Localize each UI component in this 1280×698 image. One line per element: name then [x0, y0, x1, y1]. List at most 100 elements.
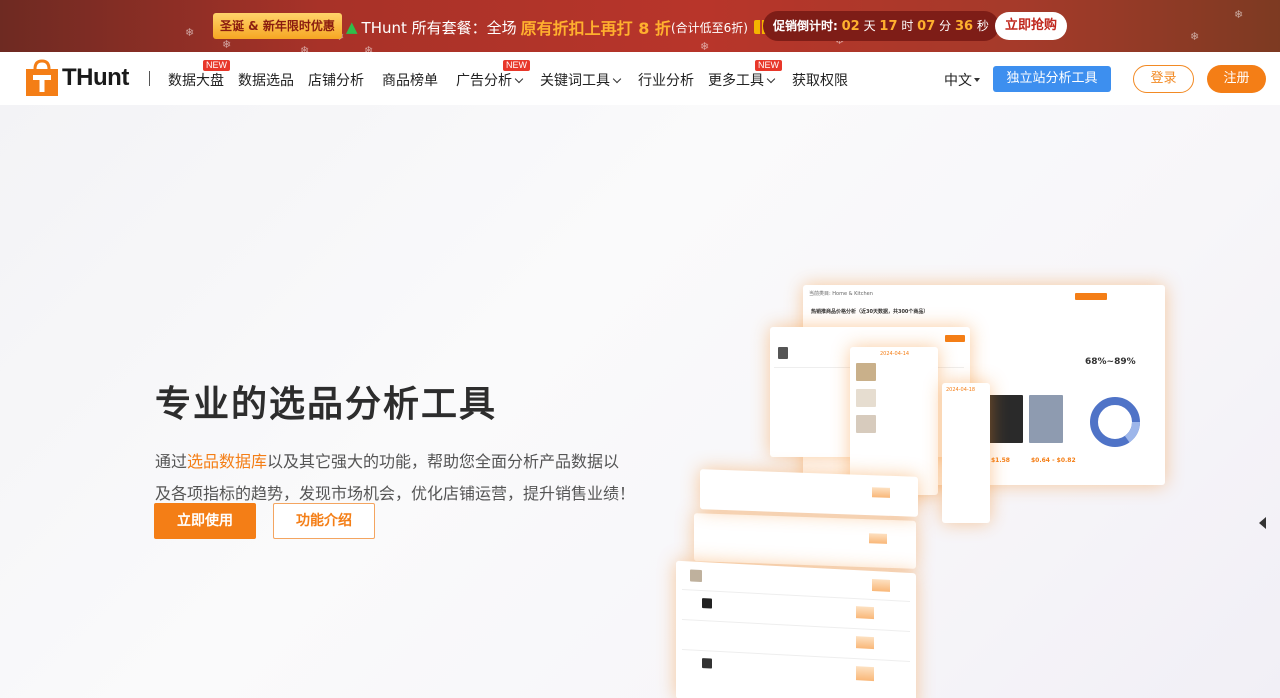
promo-countdown: 促销倒计时: 02 天 17 时 07 分 36 秒 — [763, 11, 999, 41]
date-label: 2024-04-18 — [946, 387, 976, 393]
countdown-days: 02 — [841, 19, 860, 34]
countdown-unit: 天 — [863, 19, 876, 33]
countdown-unit: 时 — [901, 19, 914, 33]
buy-now-button[interactable]: 立即抢购 — [995, 12, 1067, 40]
date-card: 2024-04-14 — [850, 347, 938, 495]
promo-note: (合计低至6折) — [670, 20, 748, 35]
dashboard-illustration: 当前类目: Home & Kitchen 热销推商品价格分析（近30天数据，共3… — [660, 265, 1180, 698]
date-card: 2024-04-18 — [942, 383, 990, 523]
nav-item-shop-analysis[interactable]: 店铺分析 — [308, 70, 364, 90]
login-button[interactable]: 登录 — [1133, 65, 1194, 93]
nav-item-label: 更多工具 — [708, 73, 764, 89]
promo-highlight: 原有折扣上再打 8 折 — [520, 19, 671, 38]
product-thumbnail — [1029, 395, 1063, 443]
countdown-seconds: 36 — [954, 19, 974, 34]
countdown-label: 促销倒计时: — [773, 19, 838, 33]
countdown-hours: 17 — [879, 19, 898, 34]
hero-desc-text: 通过 — [155, 452, 188, 471]
snowflake-icon: ❄ — [185, 26, 195, 39]
nav-item-ad-analysis[interactable]: 广告分析 NEW — [456, 60, 530, 90]
snowflake-icon: ❄ — [364, 44, 374, 52]
new-badge: NEW — [203, 60, 230, 71]
tab-chip — [945, 335, 965, 342]
list-card — [694, 513, 916, 569]
product-thumbnail — [856, 415, 876, 433]
new-badge: NEW — [755, 60, 782, 71]
nav-item-label: 获取权限 — [792, 73, 848, 89]
card-label: 当前类目: Home & Kitchen — [809, 291, 873, 297]
hero-description: 通过选品数据库以及其它强大的功能，帮助您全面分析产品数据以及各项指标的趋势，发现… — [155, 446, 635, 510]
nav-item-more-tools[interactable]: 更多工具 NEW — [708, 60, 782, 90]
use-now-button[interactable]: 立即使用 — [154, 503, 256, 539]
nav-item-label: 商品榜单 — [382, 73, 438, 89]
chevron-down-icon — [612, 74, 622, 84]
card-title: 热销推商品价格分析（近30天数据，共300个商品） — [811, 309, 929, 315]
logo-text: THunt — [62, 64, 129, 91]
product-thumbnail — [989, 395, 1023, 443]
new-badge: NEW — [503, 60, 530, 71]
chevron-down-icon — [514, 74, 524, 84]
nav-item-label: 行业分析 — [638, 73, 694, 89]
christmas-tree-icon: ▲ — [346, 18, 358, 36]
promo-tag: 圣诞 & 新年限时优惠 — [213, 13, 342, 39]
nav-item-label: 关键词工具 — [540, 73, 610, 89]
sparkline — [872, 578, 890, 592]
promo-banner: ❄ ❄ ❄ ❄ ❄ ❄ ❄ ❄ ❄ 圣诞 & 新年限时优惠 ▲ THunt 所有… — [0, 0, 1280, 52]
donut-chart — [1090, 397, 1140, 447]
carousel-prev-arrow-icon[interactable] — [1259, 517, 1266, 529]
divider — [149, 71, 150, 86]
nav-item-get-access[interactable]: 获取权限 — [792, 70, 848, 90]
date-label: 2024-04-14 — [880, 351, 910, 357]
snowflake-icon: ❄ — [1234, 8, 1244, 21]
nav-item-keyword-tools[interactable]: 关键词工具 — [540, 70, 622, 90]
countdown-minutes: 07 — [917, 19, 936, 34]
nav-item-label: 店铺分析 — [308, 73, 364, 89]
caret-down-icon — [974, 78, 980, 82]
countdown-unit: 分 — [939, 19, 952, 33]
language-label: 中文 — [944, 73, 972, 89]
snowflake-icon: ❄ — [300, 44, 310, 52]
logo[interactable]: THunt — [24, 58, 129, 98]
sparkline — [869, 533, 887, 544]
product-thumbnail — [778, 347, 788, 359]
divider — [682, 649, 910, 662]
product-thumbnail — [856, 389, 876, 407]
chevron-down-icon — [766, 74, 776, 84]
sparkline — [856, 636, 874, 650]
product-database-link[interactable]: 选品数据库 — [187, 452, 267, 471]
main-nav: THunt 数据大盘 NEW 数据选品 店铺分析 商品榜单 广告分析 NEW 关… — [0, 52, 1280, 105]
shopping-bag-logo-icon — [26, 59, 58, 96]
product-thumbnail — [702, 598, 712, 609]
snowflake-icon: ❄ — [1190, 30, 1200, 43]
sparkline — [872, 487, 890, 498]
product-thumbnail — [690, 569, 702, 583]
tab-chip — [1075, 293, 1107, 300]
language-selector[interactable]: 中文 — [944, 70, 980, 90]
snowflake-icon: ❄ — [222, 38, 232, 51]
divider — [682, 619, 910, 632]
promo-message: ▲ THunt 所有套餐：全场 原有折扣上再打 8 折 (合计低至6折) — [346, 15, 768, 39]
price-a: $1.58 — [991, 457, 1010, 464]
sparkline — [856, 666, 874, 682]
feature-intro-button[interactable]: 功能介绍 — [273, 503, 375, 539]
nav-item-label: 广告分析 — [456, 73, 512, 89]
independent-site-tool-button[interactable]: 独立站分析工具 — [993, 66, 1111, 92]
snowflake-icon: ❄ — [700, 40, 710, 52]
nav-item-industry-analysis[interactable]: 行业分析 — [638, 70, 694, 90]
product-thumbnail — [856, 363, 876, 381]
countdown-unit: 秒 — [976, 19, 989, 33]
nav-item-product-selection[interactable]: 数据选品 — [238, 70, 294, 90]
product-list-card — [676, 560, 916, 698]
price-b: $0.64 - $0.82 — [1031, 457, 1076, 464]
hero-title: 专业的选品分析工具 — [155, 384, 498, 425]
nav-item-data-dashboard[interactable]: 数据大盘 NEW — [168, 60, 230, 90]
sparkline — [856, 606, 874, 620]
nav-item-label: 数据大盘 — [168, 73, 224, 89]
nav-item-label: 数据选品 — [238, 73, 294, 89]
list-card — [700, 469, 918, 517]
nav-item-product-rankings[interactable]: 商品榜单 — [382, 70, 438, 90]
product-thumbnail — [702, 658, 712, 669]
hero-section: 专业的选品分析工具 通过选品数据库以及其它强大的功能，帮助您全面分析产品数据以及… — [0, 105, 1280, 698]
promo-text: THunt 所有套餐：全场 — [361, 18, 517, 37]
register-button[interactable]: 注册 — [1207, 65, 1266, 93]
